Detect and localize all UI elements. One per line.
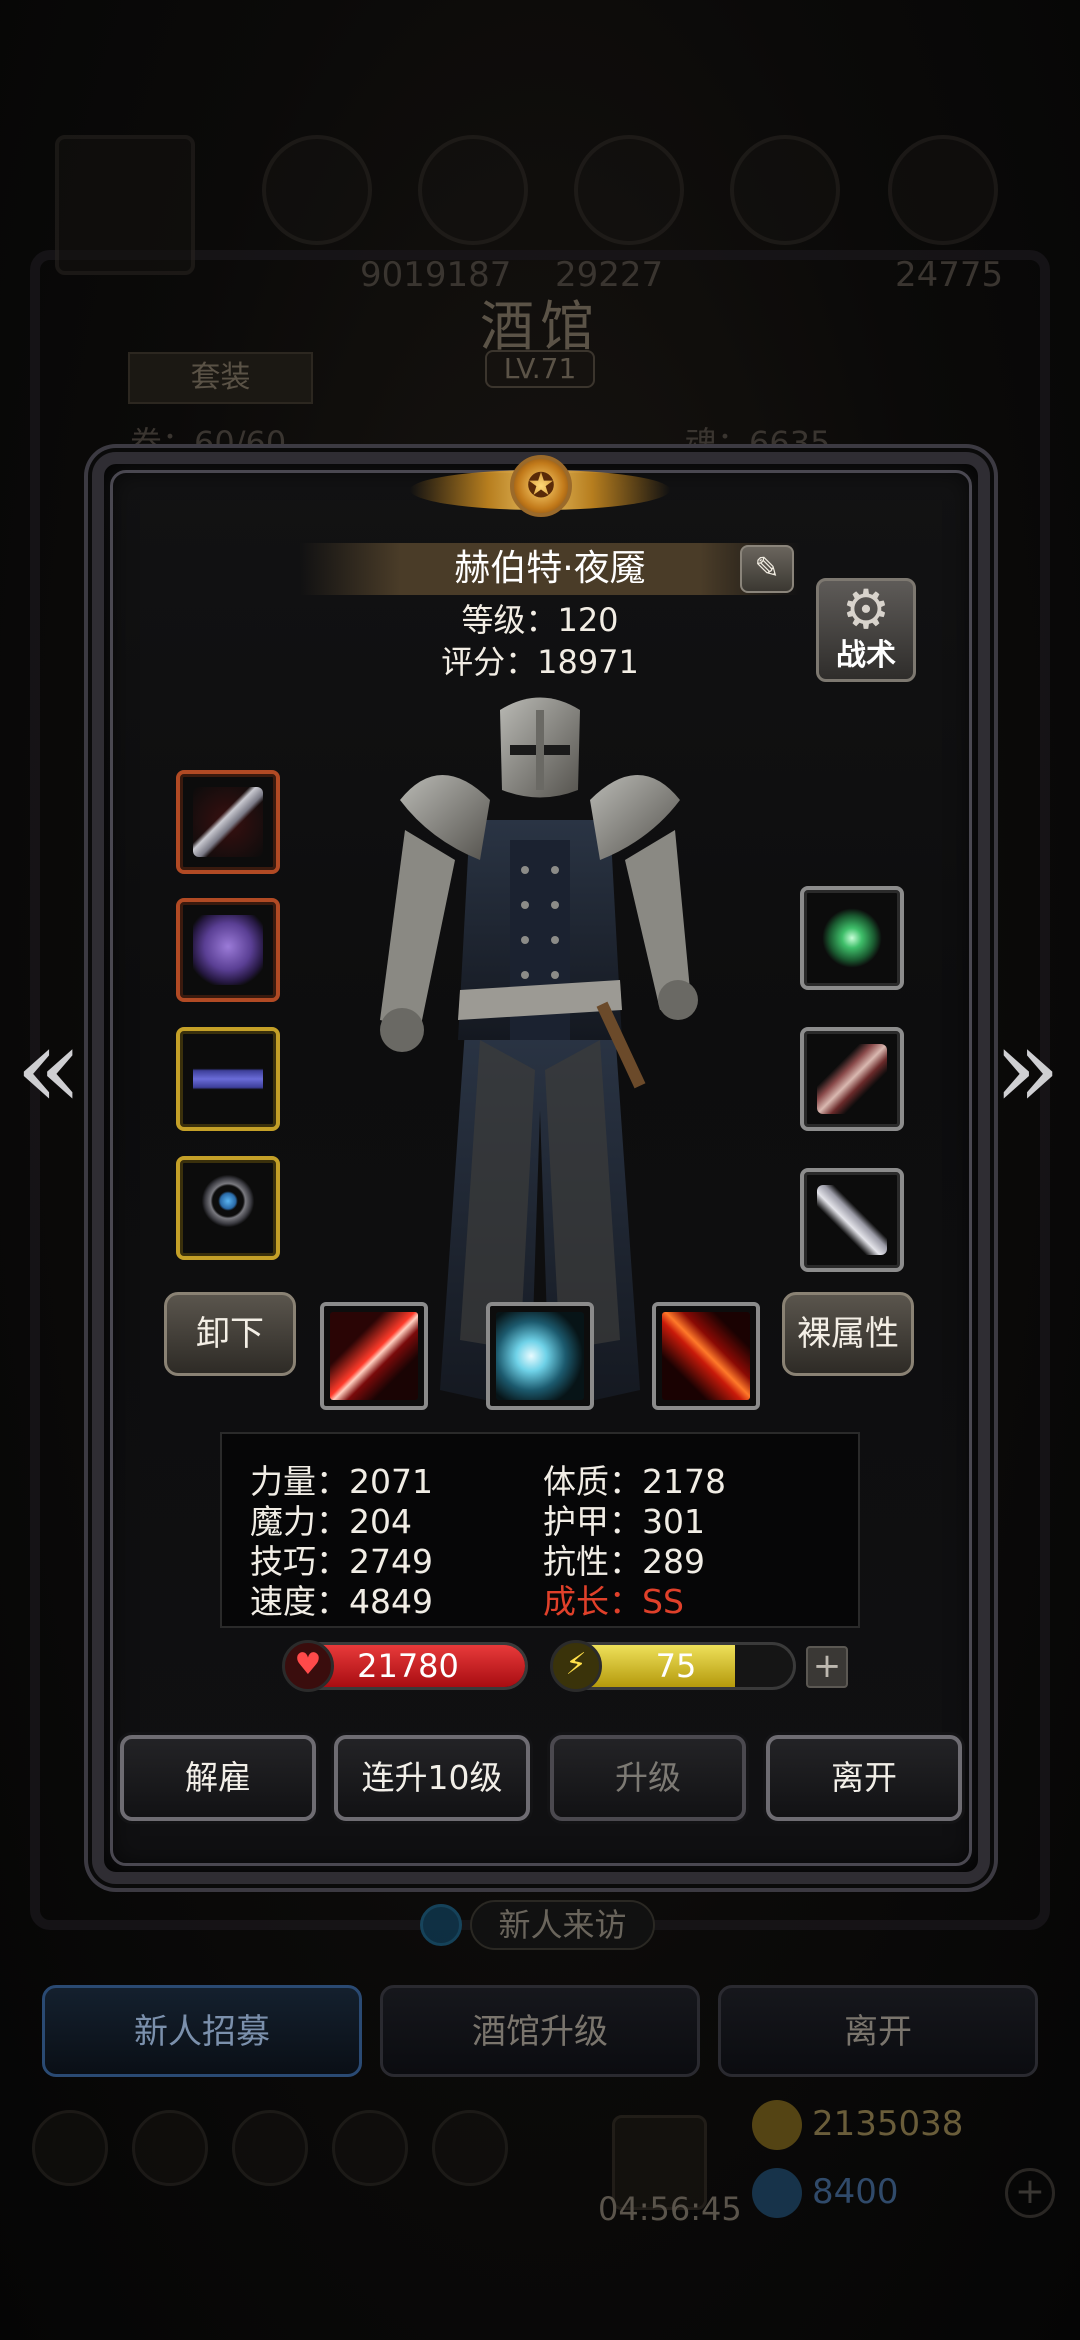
- visit-icon: [420, 1904, 462, 1946]
- skill-slot-2[interactable]: [486, 1302, 594, 1410]
- equip-slot-ring[interactable]: [176, 1156, 280, 1260]
- tavern-level-badge: LV.71: [485, 350, 595, 388]
- tactics-button[interactable]: ⚙ 战术: [816, 578, 916, 682]
- tactics-label: 战术: [836, 638, 896, 673]
- dismiss-button[interactable]: 解雇: [120, 1735, 316, 1821]
- equip-slot-armor[interactable]: [176, 898, 280, 1002]
- recruit-button: 新人招募: [42, 1985, 362, 2077]
- equip-slot-weapon[interactable]: [176, 770, 280, 874]
- dock-icon-5: [432, 2110, 508, 2186]
- hero-score: 评分：18971: [441, 643, 639, 681]
- next-hero-arrow[interactable]: »: [992, 1013, 1062, 1123]
- dock-icon-3: [232, 2110, 308, 2186]
- skill-slot-1[interactable]: [320, 1302, 428, 1410]
- heart-icon: ♥: [282, 1640, 334, 1692]
- dock-icon-1: [32, 2110, 108, 2186]
- add-gems-icon: +: [1005, 2168, 1055, 2218]
- amulet-icon: [817, 903, 887, 973]
- edit-name-button[interactable]: ✎: [740, 545, 794, 593]
- gold-icon: [752, 2100, 802, 2150]
- equip-slot-amulet[interactable]: [800, 886, 904, 990]
- emblem-icon: ✪: [510, 455, 572, 517]
- tavern-leave-button: 离开: [718, 1985, 1038, 2077]
- gear-icon: ⚙: [841, 578, 891, 641]
- lightning-icon: ⚡: [550, 1640, 602, 1692]
- gem-icon: [752, 2168, 802, 2218]
- bg-menu-icon-4: [730, 135, 840, 245]
- equip-slot-offhand[interactable]: [800, 1168, 904, 1272]
- attr-speed: 速度：4849: [250, 1582, 433, 1621]
- feather-icon: [817, 1044, 887, 1114]
- bg-menu-icon-1: [262, 135, 372, 245]
- hero-level: 等级：120: [461, 601, 619, 639]
- naked-attributes-button[interactable]: 裸属性: [782, 1292, 914, 1376]
- prev-hero-arrow[interactable]: «: [14, 1013, 84, 1123]
- belt-icon: [193, 1044, 263, 1114]
- bg-tab-set: 套装: [128, 352, 313, 404]
- equip-slot-charm[interactable]: [800, 1027, 904, 1131]
- gem-amount: 8400: [812, 2172, 899, 2212]
- level-up-button[interactable]: 升级: [550, 1735, 746, 1821]
- bg-avatar-icon: [55, 135, 195, 275]
- ring-icon: [193, 1173, 263, 1243]
- bg-menu-icon-5: [888, 135, 998, 245]
- add-energy-button[interactable]: +: [806, 1646, 848, 1688]
- dagger-icon: [193, 787, 263, 857]
- attr-growth: 成长：SS: [543, 1582, 684, 1621]
- gold-amount: 2135038: [812, 2104, 964, 2144]
- chest-timer: 04:56:45: [598, 2190, 742, 2228]
- hero-name: 赫伯特·夜魇: [300, 543, 800, 595]
- bg-menu-icon-3: [574, 135, 684, 245]
- dock-icon-4: [332, 2110, 408, 2186]
- level-up-10-button[interactable]: 连升10级: [334, 1735, 530, 1821]
- tavern-upgrade-button: 酒馆升级: [380, 1985, 700, 2077]
- unequip-button[interactable]: 卸下: [164, 1292, 296, 1376]
- knife-icon: [817, 1185, 887, 1255]
- leave-button[interactable]: 离开: [766, 1735, 962, 1821]
- pencil-icon: ✎: [754, 551, 780, 586]
- bg-menu-icon-2: [418, 135, 528, 245]
- armor-icon: [193, 915, 263, 985]
- equip-slot-belt[interactable]: [176, 1027, 280, 1131]
- new-visitor-label: 新人来访: [470, 1900, 655, 1950]
- skill-slot-3[interactable]: [652, 1302, 760, 1410]
- fire-blade-skill-icon: [662, 1312, 750, 1400]
- slash-skill-icon: [330, 1312, 418, 1400]
- dock-icon-2: [132, 2110, 208, 2186]
- wind-skill-icon: [496, 1312, 584, 1400]
